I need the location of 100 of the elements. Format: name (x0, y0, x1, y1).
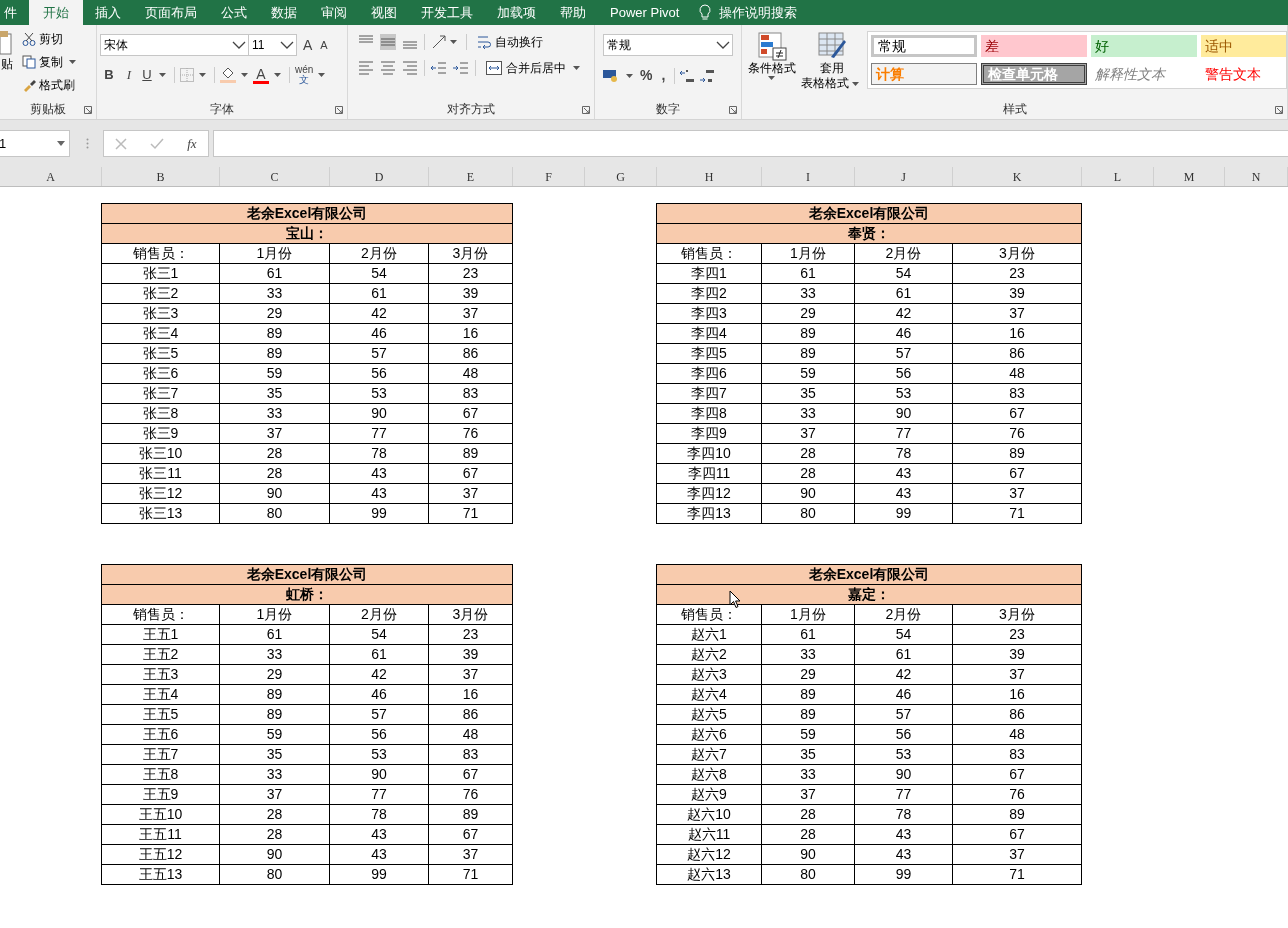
decrease-decimal-icon[interactable] (699, 68, 716, 83)
cell-style-option[interactable]: 好 (1090, 35, 1197, 57)
column-heading-cell: 1月份 (761, 604, 855, 625)
column-header[interactable]: L (1082, 167, 1154, 186)
dropdown-caret-icon[interactable] (852, 81, 860, 86)
dropdown-caret-icon[interactable] (199, 73, 206, 77)
merge-cells-icon[interactable] (486, 61, 502, 75)
table-cell: 王五8 (101, 764, 220, 785)
ribbon-tab[interactable]: 数据 (259, 0, 309, 25)
column-header[interactable]: N (1225, 167, 1288, 186)
ribbon-tab[interactable]: 开始 (29, 0, 83, 25)
lightbulb-icon[interactable] (699, 4, 712, 21)
font-color-button[interactable]: A (253, 66, 269, 84)
column-header[interactable]: G (585, 167, 657, 186)
ribbon-tab[interactable]: 审阅 (309, 0, 359, 25)
increase-font-size-button[interactable]: A (303, 34, 313, 56)
table-cell: 28 (761, 824, 855, 845)
currency-icon[interactable] (603, 68, 619, 83)
dialog-launcher-icon[interactable] (335, 106, 343, 114)
dialog-launcher-icon[interactable] (1275, 106, 1283, 114)
wrap-text-icon[interactable] (477, 34, 491, 50)
dropdown-caret-icon[interactable] (57, 141, 65, 146)
fill-color-icon[interactable] (220, 67, 236, 83)
dialog-launcher-icon[interactable] (582, 106, 590, 114)
chevron-down-icon[interactable] (716, 41, 730, 49)
ribbon-tab[interactable]: 加载项 (485, 0, 548, 25)
dropdown-caret-icon[interactable] (159, 73, 166, 77)
underline-button[interactable]: U (140, 65, 154, 85)
insert-function-button[interactable]: fx (187, 133, 197, 154)
dropdown-caret-icon[interactable] (69, 59, 76, 64)
format-as-table-button[interactable]: 套用 表格格式 (801, 25, 863, 99)
chevron-down-icon[interactable] (232, 41, 246, 49)
table-brush-icon[interactable] (817, 31, 847, 61)
column-header[interactable]: A (0, 167, 102, 186)
dropdown-caret-icon[interactable] (450, 40, 457, 44)
formula-input-field[interactable] (213, 130, 1288, 157)
table-cell: 61 (761, 624, 855, 645)
cell-style-option[interactable]: 适中 (1200, 35, 1286, 57)
cell-style-option[interactable]: 警告文本 (1200, 63, 1286, 85)
number-format-dropdown[interactable]: 常规 (603, 34, 733, 56)
copy-button[interactable]: 复制 (22, 52, 79, 71)
ribbon-tab[interactable]: 开发工具 (409, 0, 485, 25)
cell-style-option[interactable]: 差 (980, 35, 1087, 57)
format-painter-button[interactable]: 格式刷 (22, 75, 79, 94)
name-box[interactable]: 1 (0, 130, 70, 157)
bold-button[interactable]: B (100, 65, 118, 85)
column-header[interactable]: H (657, 167, 762, 186)
dialog-launcher-icon[interactable] (84, 106, 92, 114)
drag-handle-icon[interactable] (86, 138, 89, 149)
cell-style-option[interactable]: 解释性文本 (1090, 63, 1197, 85)
column-header[interactable]: M (1154, 167, 1225, 186)
dropdown-caret-icon[interactable] (274, 73, 281, 77)
dropdown-caret-icon[interactable] (626, 73, 633, 78)
cell-style-option[interactable]: 常规 (870, 35, 977, 57)
ribbon-tab[interactable]: 公式 (209, 0, 259, 25)
font-size-dropdown[interactable]: 11 (249, 34, 297, 56)
column-header[interactable]: E (429, 167, 513, 186)
phonetic-guide-button[interactable]: wén 文 (295, 65, 314, 85)
table-cell: 39 (952, 644, 1082, 665)
paintbrush-icon[interactable] (22, 77, 36, 92)
font-name-dropdown[interactable]: 宋体 (100, 34, 249, 56)
column-header[interactable]: J (855, 167, 953, 186)
conditional-formatting-button[interactable]: 条件格式 (742, 25, 802, 99)
increase-decimal-icon[interactable] (679, 68, 696, 83)
conditional-format-icon[interactable] (756, 31, 787, 61)
dropdown-caret-icon[interactable] (241, 73, 248, 77)
tell-me-search[interactable]: 操作说明搜索 (719, 2, 798, 23)
table-cell: 43 (329, 844, 429, 865)
column-header[interactable]: D (330, 167, 429, 186)
percent-style-button[interactable]: % (640, 65, 653, 86)
column-header[interactable]: I (762, 167, 855, 186)
paste-button[interactable]: 贴 (1, 55, 13, 73)
column-header[interactable]: B (102, 167, 220, 186)
dropdown-caret-icon[interactable] (318, 73, 326, 77)
wrap-text-button[interactable]: 自动换行 (477, 33, 543, 51)
enter-checkmark-icon[interactable] (150, 137, 165, 150)
clipboard-icon[interactable] (0, 31, 12, 57)
copy-icon[interactable] (22, 54, 36, 69)
dropdown-caret-icon[interactable] (573, 66, 580, 70)
ribbon-tab[interactable]: 页面布局 (133, 0, 209, 25)
table-cell: 16 (952, 684, 1082, 705)
comma-style-button[interactable]: , (656, 65, 671, 86)
scissors-icon[interactable] (22, 31, 36, 46)
table-cell: 56 (329, 724, 429, 745)
merge-center-button[interactable]: 合并后居中 (486, 59, 583, 77)
decrease-font-size-button[interactable]: A (320, 36, 328, 54)
text-orientation-icon[interactable] (431, 34, 447, 50)
cut-button[interactable]: 剪切 (22, 29, 79, 48)
chevron-down-icon[interactable] (280, 41, 294, 49)
ribbon-tab[interactable]: 帮助 (548, 0, 598, 25)
ribbon-tab[interactable]: 视图 (359, 0, 409, 25)
ribbon-tab[interactable]: Power Pivot (598, 0, 692, 25)
dropdown-caret-icon[interactable] (768, 76, 776, 80)
ribbon-tab[interactable]: 插入 (83, 0, 133, 25)
ribbon-tab[interactable]: 件 (0, 0, 29, 25)
column-header[interactable]: C (220, 167, 330, 186)
column-header[interactable]: F (513, 167, 585, 186)
italic-button[interactable]: I (120, 65, 138, 85)
dialog-launcher-icon[interactable] (729, 106, 737, 114)
column-header[interactable]: K (953, 167, 1082, 186)
